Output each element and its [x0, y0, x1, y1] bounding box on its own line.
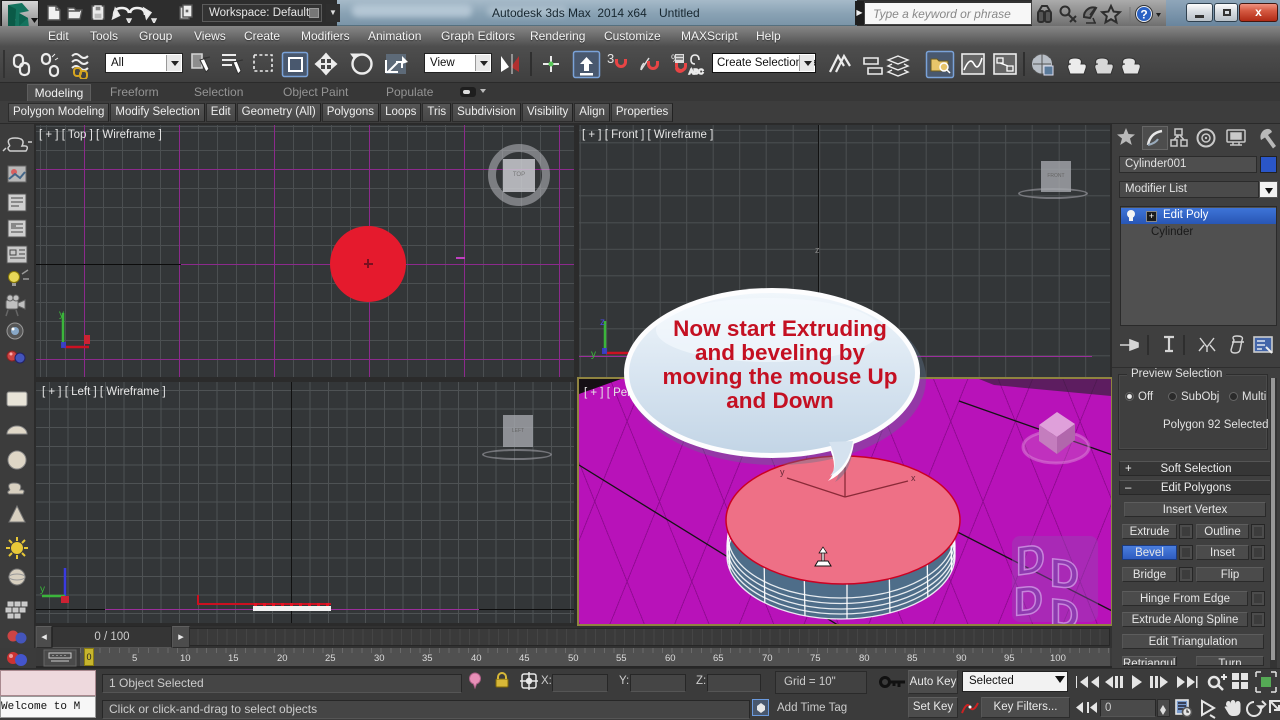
svg-text:y: y [591, 349, 596, 360]
svg-text:and Down: and Down [726, 388, 834, 413]
svg-text:3: 3 [607, 51, 614, 66]
svg-text:D: D [1050, 591, 1079, 624]
svg-text:D: D [1016, 536, 1045, 585]
svg-text:moving the mouse Up: moving the mouse Up [662, 364, 897, 389]
svg-text:ABC: ABC [689, 69, 703, 76]
svg-text:and beveling by: and beveling by [695, 340, 866, 365]
svg-text:y: y [59, 309, 64, 320]
svg-text:D: D [1014, 578, 1043, 624]
svg-text:Now start Extruding: Now start Extruding [673, 316, 887, 341]
svg-text:?: ? [1140, 8, 1147, 22]
svg-text:y: y [40, 584, 45, 595]
